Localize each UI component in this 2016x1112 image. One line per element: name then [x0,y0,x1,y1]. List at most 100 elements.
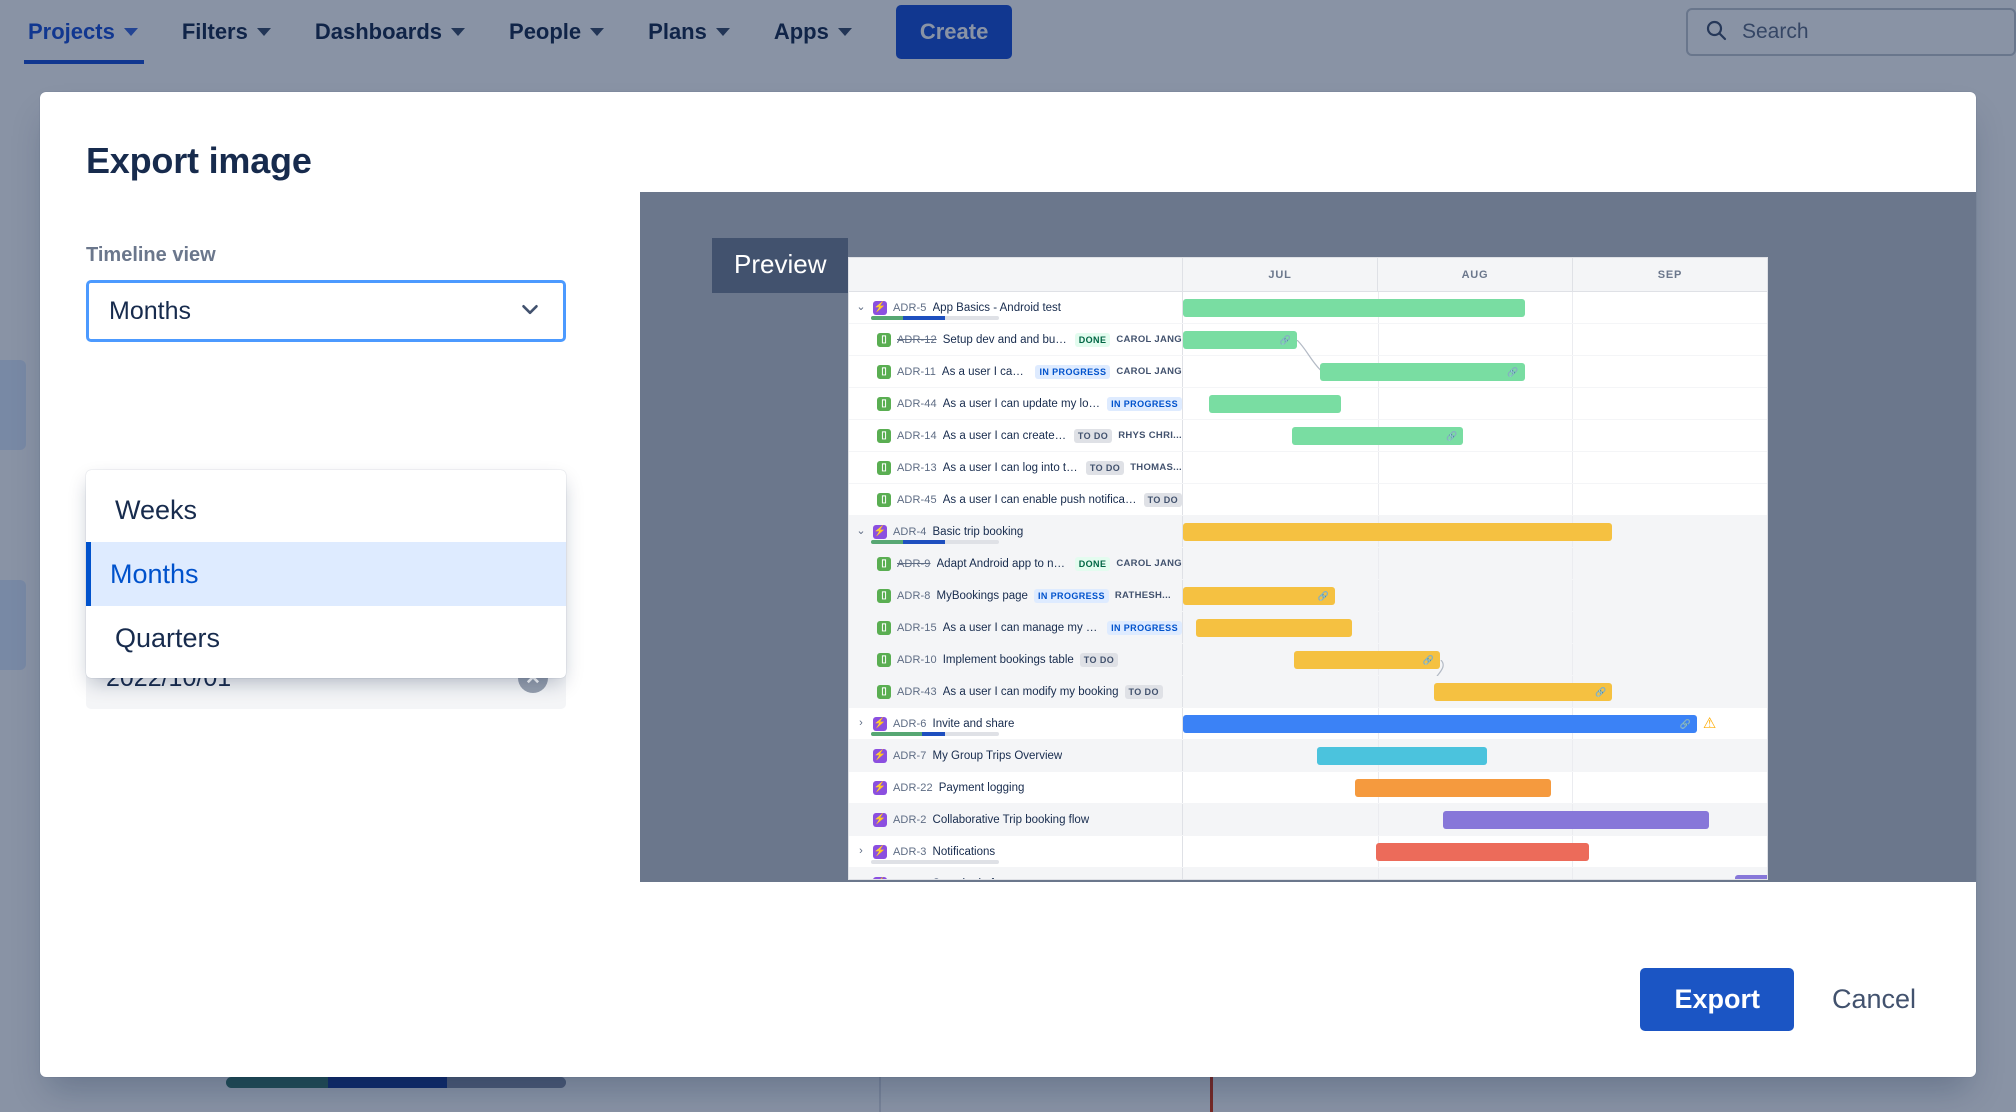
gantt-bar[interactable]: 🔗 [1183,587,1335,605]
gantt-row-name: › ⚡ ADR-6 Invite and share [849,708,1183,739]
gantt-grid-line [1572,740,1574,771]
gantt-row[interactable]: ▯ ADR-12 Setup dev and and build e... DONE C… [849,324,1767,371]
issue-summary[interactable]: Notifications [933,846,996,858]
issue-key[interactable]: ADR-14 [897,430,937,442]
issue-summary[interactable]: As a user I can enable push notification… [943,494,1138,506]
issue-key[interactable]: ADR-1 [893,878,927,880]
gantt-bar[interactable] [1183,299,1525,317]
gantt-bar[interactable] [1734,875,1767,879]
warning-icon[interactable]: ⚠ [1703,716,1716,731]
gantt-grid-line [1377,868,1379,879]
issue-summary[interactable]: As a user I can log into the... [943,462,1080,474]
issue-summary[interactable]: Collaborative Trip booking flow [933,814,1090,826]
issue-key[interactable]: ADR-4 [893,526,927,538]
gantt-row[interactable]: ⚡ ADR-2 Collaborative Trip booking flow [849,804,1767,836]
issue-summary[interactable]: Payment logging [939,782,1025,794]
gantt-row[interactable]: ▯ ADR-14 As a user I can create a c... TO D… [849,420,1767,452]
gantt-row[interactable]: ▯ ADR-15 As a user I can manage my profile… [849,612,1767,644]
gantt-body: ⌄ ⚡ ADR-5 App Basics - Android test ▯ ADR-12 S… [849,292,1767,880]
timeline-view-option-quarters[interactable]: Quarters [86,606,566,670]
gantt-row-name: ⚡ ADR-22 Payment logging [849,772,1183,803]
gantt-row[interactable]: ▯ ADR-11 As a user I can log i... IN PROGRE… [849,356,1767,388]
issue-key[interactable]: ADR-8 [897,590,931,602]
gantt-row[interactable]: ⌄ ⚡ ADR-4 Basic trip booking [849,516,1767,548]
issue-key[interactable]: ADR-10 [897,654,937,666]
cancel-button[interactable]: Cancel [1818,968,1930,1031]
issue-summary[interactable]: Adapt Android app to new... [937,558,1069,570]
gantt-row[interactable]: ⚡ ADR-7 My Group Trips Overview [849,740,1767,772]
export-image-dialog: Export image Timeline view Months 2022/1… [40,92,1976,1077]
gantt-bar[interactable] [1196,619,1353,637]
gantt-bar[interactable] [1355,779,1551,797]
issue-summary[interactable]: Basic trip booking [933,526,1024,538]
issue-key[interactable]: ADR-12 [897,334,937,346]
export-button[interactable]: Export [1640,968,1794,1031]
issue-summary[interactable]: Invite and share [933,718,1015,730]
issue-key[interactable]: ADR-7 [893,750,927,762]
issue-key[interactable]: ADR-22 [893,782,933,794]
gantt-row[interactable]: › ⚡ ADR-6 Invite and share 🔗 ⚠ [849,708,1767,740]
timeline-view-option-weeks[interactable]: Weeks [86,478,566,542]
issue-key[interactable]: ADR-11 [897,366,936,378]
issue-key[interactable]: ADR-3 [893,846,927,858]
gantt-bar[interactable]: 🔗 [1183,331,1297,349]
issue-summary[interactable]: As a user I can update my login d... [943,398,1101,410]
gantt-row[interactable]: ▯ ADR-8 MyBookings page IN PROGRESS RATHESH.… [849,580,1767,612]
gantt-bar[interactable] [1183,523,1613,541]
gantt-row[interactable]: › ⚡ ADR-3 Notifications [849,836,1767,868]
chevron-down-icon[interactable]: ⌄ [855,302,867,313]
issue-key[interactable]: ADR-45 [897,494,937,506]
gantt-row[interactable]: ⌄ ⚡ ADR-5 App Basics - Android test [849,292,1767,324]
gantt-row[interactable]: ▯ ADR-45 As a user I can enable push notif… [849,484,1767,516]
issue-summary[interactable]: As a user I can create a c... [943,430,1068,442]
chevron-right-icon[interactable]: › [855,718,867,729]
gantt-bar[interactable] [1317,747,1487,765]
issue-summary[interactable]: As a user I can modify my booking [943,686,1119,698]
gantt-bar[interactable]: 🔗 [1434,683,1613,701]
issue-summary[interactable]: Setup dev and and build e... [943,334,1069,346]
gantt-bar[interactable]: 🔗 [1293,651,1440,669]
chevron-down-icon[interactable]: ⌄ [855,526,867,537]
gantt-row[interactable]: ▯ ADR-10 Implement bookings table TO DO 🔗 [849,644,1767,691]
status-badge: TO DO [1124,684,1163,699]
chevron-right-icon[interactable]: › [855,846,867,857]
issue-key[interactable]: ADR-2 [893,814,927,826]
issue-key[interactable]: ADR-5 [893,302,927,314]
timeline-view-dropdown-menu[interactable]: Weeks Months Quarters [86,470,566,678]
gantt-row[interactable]: ▯ ADR-9 Adapt Android app to new... DONE CAR… [849,548,1767,580]
issue-key[interactable]: ADR-43 [897,686,937,698]
gantt-header: JUL AUG SEP [849,258,1767,292]
timeline-view-select[interactable]: Months [86,280,566,342]
gantt-bar[interactable] [1442,811,1709,829]
issue-key[interactable]: ADR-6 [893,718,927,730]
issue-key[interactable]: ADR-13 [897,462,937,474]
issue-summary[interactable]: MyBookings page [937,590,1028,602]
issue-summary[interactable]: As a user I can log i... [942,366,1030,378]
issue-summary[interactable]: My Group Trips Overview [933,750,1063,762]
issue-summary[interactable]: As a user I can manage my profile [943,622,1101,634]
gantt-row[interactable]: ▯ ADR-43 As a user I can modify my booking… [849,676,1767,708]
gantt-row[interactable]: ⚡ ADR-22 Payment logging [849,772,1767,804]
link-icon: 🔗 [1595,686,1607,697]
gantt-bar[interactable]: 🔗 [1292,427,1464,445]
issue-key[interactable]: ADR-9 [897,558,931,570]
gantt-bar[interactable]: 🔗 [1183,715,1697,733]
gantt-bar[interactable] [1208,395,1341,413]
issue-summary[interactable]: Search platform [933,878,1014,880]
gantt-row[interactable]: ▯ ADR-13 As a user I can log into the... TO… [849,452,1767,484]
timeline-view-option-months[interactable]: Months [86,542,566,606]
status-badge: TO DO [1079,652,1119,667]
gantt-bar[interactable] [1375,843,1589,861]
issue-key[interactable]: ADR-44 [897,398,937,410]
issue-summary[interactable]: App Basics - Android test [933,302,1061,314]
gantt-bar[interactable]: 🔗 [1320,363,1525,381]
issue-summary[interactable]: Implement bookings table [943,654,1074,666]
story-icon: ▯ [877,684,891,699]
gantt-row[interactable]: ⚡ ADR-1 Search platform [849,868,1767,880]
gantt-row[interactable]: ▯ ADR-44 As a user I can update my login d… [849,388,1767,420]
gantt-grid-line [1572,772,1574,803]
story-icon: ▯ [877,428,891,443]
status-badge: IN PROGRESS [1107,396,1182,411]
link-icon: 🔗 [1422,654,1434,665]
issue-key[interactable]: ADR-15 [897,622,937,634]
